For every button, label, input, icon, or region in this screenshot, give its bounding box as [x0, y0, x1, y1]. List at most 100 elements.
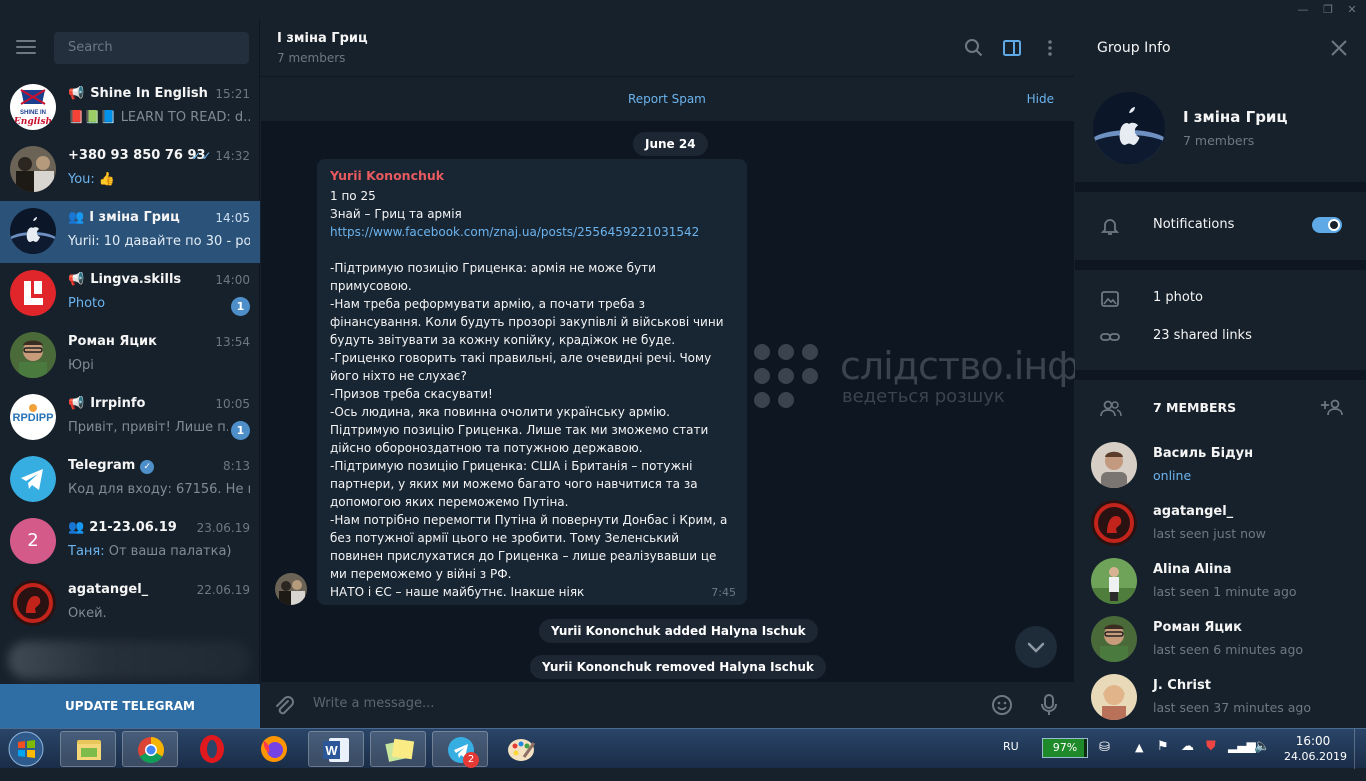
signal-icon[interactable]: ▂▄▆ [1228, 739, 1256, 779]
member-item[interactable]: agatangel_ last seen just now [1075, 498, 1366, 556]
watermark-subtitle: ведеться розшук [842, 386, 1005, 407]
paint-taskbar-icon[interactable] [494, 731, 550, 767]
sticky-notes-taskbar-icon[interactable] [370, 731, 426, 767]
hide-spam-bar-link[interactable]: Hide [1027, 92, 1054, 106]
microphone-icon[interactable] [1039, 693, 1059, 721]
notifications-toggle[interactable] [1312, 217, 1342, 233]
restore-button[interactable]: ❐ [1317, 2, 1339, 18]
sidebar-toggle-icon[interactable] [1002, 38, 1022, 58]
file-explorer-taskbar-icon[interactable] [60, 731, 116, 767]
show-desktop-button[interactable] [1354, 729, 1366, 769]
group-info-title: Group Info [1097, 40, 1171, 56]
language-indicator[interactable]: RU [1003, 740, 1019, 780]
links-count: 23 shared links [1153, 328, 1252, 343]
avatar [10, 208, 56, 254]
scroll-down-button[interactable] [1015, 626, 1057, 668]
chat-item[interactable]: 2 👥 21-23.06.19 23.06.19 Таня: От ваша па… [0, 511, 260, 573]
chat-preview: От ваша палатка) [104, 544, 232, 559]
clock[interactable]: 16:00 24.06.2019 [1284, 734, 1347, 774]
report-spam-link[interactable]: Report Spam [628, 92, 706, 106]
chat-item[interactable]: Роман Яцик 13:54 Юрі [0, 325, 260, 387]
photos-row[interactable]: 1 photo [1075, 280, 1366, 318]
chrome-taskbar-icon[interactable] [122, 731, 178, 767]
composer: Write a message... [261, 682, 1074, 728]
chat-name: Telegram [68, 458, 136, 473]
start-button[interactable] [4, 730, 48, 768]
conversation-panel: І зміна Гриц 7 members Report Spam Hide … [261, 20, 1102, 728]
member-item[interactable]: Роман Яцик last seen 6 minutes ago [1075, 614, 1366, 672]
links-row[interactable]: 23 shared links [1075, 318, 1366, 356]
chat-title[interactable]: І зміна Гриц [277, 31, 368, 46]
service-message: Yurii Kononchuk added Halyna Ischuk [539, 619, 818, 643]
battery-percent: 97% [1052, 741, 1078, 754]
member-item[interactable]: Василь Бідун online [1075, 440, 1366, 498]
chat-item[interactable]: +380 93 850 76 93 ✓✓ 14:32 You: 👍 [0, 139, 260, 201]
network-icon[interactable]: ⛁ [1099, 740, 1110, 780]
members-header: 7 MEMBERS [1075, 390, 1366, 428]
megaphone-icon: 📢 [68, 86, 85, 101]
group-avatar[interactable] [1093, 92, 1165, 164]
chat-item[interactable]: 📢 Lingva.skills 14:00 Photo 1 [0, 263, 260, 325]
member-item[interactable]: Alina Alina last seen 1 minute ago [1075, 556, 1366, 614]
update-telegram-button[interactable]: UPDATE TELEGRAM [0, 684, 260, 728]
svg-text:English: English [13, 117, 52, 127]
link-icon [1100, 327, 1120, 347]
chat-header: І зміна Гриц 7 members [261, 20, 1074, 77]
close-icon[interactable] [1329, 38, 1349, 62]
battery-indicator[interactable]: 97% [1042, 738, 1088, 758]
chat-preview: Привіт, привіт! Лише п... [68, 420, 228, 435]
chat-item[interactable]: agatangel_ 22.06.19 Окей. [0, 573, 260, 635]
message-bubble[interactable]: Yurii Kononchuk 1 по 25 Знай – Гриц та а… [317, 159, 747, 605]
search-input[interactable]: Search [54, 32, 249, 64]
security-icon[interactable]: ⛊ [1206, 739, 1216, 779]
cloud-sync-icon[interactable]: ☁ [1181, 739, 1194, 779]
emoji-icon[interactable] [991, 694, 1013, 720]
more-vertical-icon[interactable] [1040, 38, 1060, 58]
chat-item[interactable]: RPDIPP 📢 Irrpinfo 10:05 Привіт, привіт! Л… [0, 387, 260, 449]
minimize-button[interactable]: — [1292, 2, 1314, 18]
chat-preview: Юрі [68, 358, 94, 373]
member-item[interactable]: J. Christ last seen 37 minutes ago [1075, 672, 1366, 730]
close-window-button[interactable]: ✕ [1341, 2, 1363, 18]
chat-name: Irrpinfo [90, 396, 146, 411]
svg-text:W: W [325, 743, 338, 758]
chat-subtitle: 7 members [277, 51, 346, 65]
message-author[interactable]: Yurii Kononchuk [330, 168, 734, 183]
opera-taskbar-icon[interactable] [184, 731, 240, 767]
clock-date: 24.06.2019 [1284, 750, 1347, 763]
taskbar: W 2 RU 97% ⛁ ▲ ⚑ ☁ ⛊ ▂▄▆ 🔈 16:00 24.06.2… [0, 728, 1366, 769]
chat-time: 14:00 [215, 273, 250, 287]
svg-text:SHINE IN: SHINE IN [20, 110, 46, 116]
search-icon[interactable] [964, 38, 984, 58]
chat-time: 14:05 [215, 211, 250, 225]
group-info-panel: Group Info І зміна Гриц 7 members Notifi… [1075, 20, 1366, 728]
volume-icon[interactable]: 🔈 [1254, 739, 1270, 779]
add-member-icon[interactable] [1321, 398, 1345, 422]
chat-name: І зміна Гриц [89, 210, 180, 225]
action-center-flag-icon[interactable]: ⚑ [1157, 739, 1169, 779]
chat-time: 22.06.19 [196, 583, 250, 597]
chat-list-panel: Search SHINE IN English 📢 Shine In English… [0, 20, 260, 728]
chat-preview: 👍 [94, 172, 116, 187]
divider [1075, 370, 1366, 380]
firefox-taskbar-icon[interactable] [246, 731, 302, 767]
notifications-row[interactable]: Notifications [1075, 207, 1366, 245]
date-separator: June 24 [633, 132, 708, 156]
menu-icon[interactable] [16, 40, 36, 54]
chat-item[interactable]: Telegram ✓ 8:13 Код для входу: 67156. Не … [0, 449, 260, 511]
show-hidden-icons-icon[interactable]: ▲ [1135, 741, 1143, 781]
attach-icon[interactable] [273, 695, 295, 721]
group-name: І зміна Гриц [1183, 108, 1288, 126]
sender-avatar[interactable] [275, 573, 307, 605]
message-input[interactable]: Write a message... [313, 696, 434, 711]
chat-item-active[interactable]: 👥 І зміна Гриц 14:05 Yurii: 10 давайте по… [0, 201, 260, 263]
chat-item[interactable]: SHINE IN English 📢 Shine In English 15:21 … [0, 77, 260, 139]
member-status: online [1153, 468, 1192, 483]
chat-name: +380 93 850 76 93 [68, 148, 206, 163]
blurred-chat-item[interactable] [0, 635, 260, 687]
message-line: Знай – Гриц та армія [330, 207, 462, 221]
avatar [1091, 616, 1137, 662]
telegram-taskbar-icon[interactable]: 2 [432, 731, 488, 768]
word-taskbar-icon[interactable]: W [308, 731, 364, 767]
message-link[interactable]: https://www.facebook.com/znaj.ua/posts/2… [330, 225, 699, 239]
